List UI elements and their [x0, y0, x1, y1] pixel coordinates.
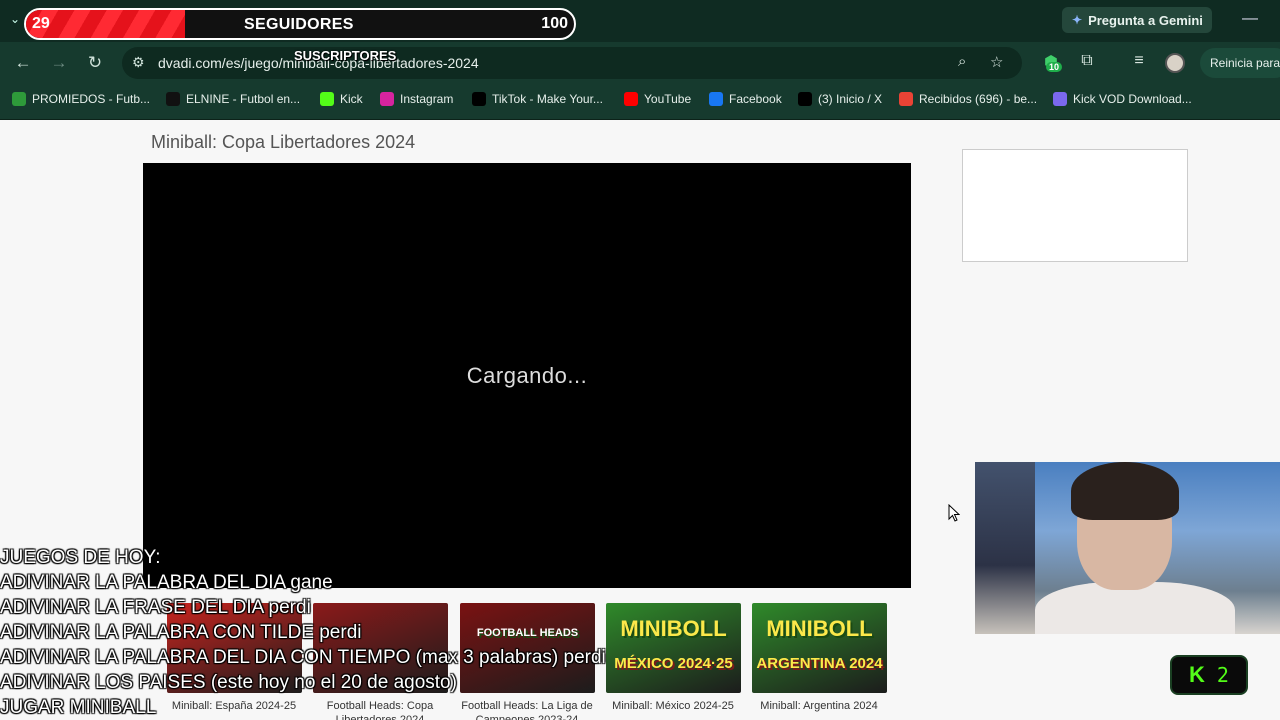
goal-label: SEGUIDORES: [244, 16, 354, 33]
kick-logo-icon: K: [1189, 662, 1205, 687]
thumbnail-subtitle-text: ARGENTINA 2024: [756, 655, 883, 672]
extension-badge: 10: [1046, 62, 1063, 72]
thumbnail-subtitle-text: MÉXICO 2024·25: [614, 655, 733, 672]
games-list-line: ADIVINAR LA PALABRA CON TILDE perdi: [0, 622, 362, 643]
bookmark-label: Recibidos (696) - be...: [919, 92, 1038, 106]
bookmark-item[interactable]: Kick VOD Download...: [1053, 92, 1192, 106]
bookmark-item[interactable]: (3) Inicio / X: [798, 92, 882, 106]
site-info-icon[interactable]: ⚙: [132, 54, 145, 71]
thumbnail-caption[interactable]: Miniball: Argentina 2024: [749, 699, 889, 713]
instagram-icon: [380, 92, 394, 106]
extensions-puzzle-icon[interactable]: ⧉: [1076, 52, 1098, 70]
bookmark-item[interactable]: Facebook: [709, 92, 782, 106]
games-list-line: ADIVINAR LOS PAISES (este hoy no el 20 d…: [0, 672, 457, 693]
kick-viewer-count: 2: [1216, 663, 1229, 687]
gemini-button[interactable]: ✦ Pregunta a Gemini: [1062, 7, 1212, 33]
thumbnail-caption[interactable]: Miniball: México 2024-25: [603, 699, 743, 713]
promiedos-icon: [12, 92, 26, 106]
restart-button[interactable]: Reinicia para: [1200, 48, 1280, 78]
reload-button[interactable]: ↻: [84, 52, 106, 74]
bookmark-label: Kick VOD Download...: [1073, 92, 1192, 106]
profile-avatar[interactable]: [1165, 53, 1185, 73]
gemini-label: Pregunta a Gemini: [1088, 12, 1203, 28]
bookmark-label: TikTok - Make Your...: [492, 92, 603, 106]
minimize-window-icon[interactable]: —: [1242, 10, 1258, 28]
bookmark-item[interactable]: YouTube: [624, 92, 691, 106]
facebook-icon: [709, 92, 723, 106]
goal-target: 100: [541, 15, 568, 32]
gmail-icon: [899, 92, 913, 106]
bookmark-label: Kick: [340, 92, 363, 106]
thumbnail-logo-text: MINIBOLL: [766, 616, 873, 641]
bookmark-label: Facebook: [729, 92, 782, 106]
ad-placeholder: [962, 149, 1188, 262]
webcam-background: [975, 462, 1035, 634]
bookmark-label: Instagram: [400, 92, 454, 106]
address-bar[interactable]: ⚙ dvadi.com/es/juego/miniball-copa-liber…: [122, 47, 1022, 79]
loading-text: Cargando...: [466, 363, 588, 388]
back-button[interactable]: ←: [12, 52, 34, 74]
games-list-line: JUEGOS DE HOY:: [0, 547, 161, 568]
goal-current: 29: [32, 15, 50, 32]
bookmark-label: ELNINE - Futbol en...: [186, 92, 301, 106]
bookmark-item[interactable]: TikTok - Make Your...: [472, 92, 603, 106]
game-thumbnail[interactable]: MINIBOLL ARGENTINA 2024: [752, 603, 887, 693]
follower-goal-bar: 29 SEGUIDORES 100: [24, 8, 576, 40]
bookmark-item[interactable]: PROMIEDOS - Futb...: [12, 92, 150, 106]
bookmark-item[interactable]: ELNINE - Futbol en...: [166, 92, 300, 106]
bookmark-item[interactable]: Recibidos (696) - be...: [899, 92, 1037, 106]
gemini-icon: ✦: [1072, 13, 1083, 27]
thumbnail-logo-text: MINIBOLL: [620, 616, 727, 641]
kick-viewer-badge: K 2: [1170, 655, 1248, 695]
games-list-line: ADIVINAR LA PALABRA DEL DIA gane: [0, 572, 333, 593]
subscribers-label: SUSCRIPTORES: [294, 48, 397, 63]
x-icon: [798, 92, 812, 106]
youtube-icon: [624, 92, 638, 106]
kick-icon: [320, 92, 334, 106]
game-frame[interactable]: Cargando...: [143, 163, 911, 588]
elnine-icon: [166, 92, 180, 106]
games-list-line: ADIVINAR LA PALABRA DEL DIA CON TIEMPO (…: [0, 647, 606, 668]
forward-button[interactable]: →: [48, 52, 70, 74]
bookmark-star-icon[interactable]: ☆: [990, 53, 1003, 71]
media-controls-icon[interactable]: ≡: [1128, 52, 1150, 70]
page-title: Miniball: Copa Libertadores 2024: [151, 132, 416, 152]
mouse-cursor-icon: [948, 504, 960, 522]
zoom-icon[interactable]: ⌕: [958, 53, 966, 70]
webcam-person-hair: [1071, 462, 1179, 520]
kick-vod-icon: [1053, 92, 1067, 106]
bookmark-label: YouTube: [644, 92, 692, 106]
webcam-feed: [975, 462, 1280, 634]
games-list-line: ADIVINAR LA FRASE DEL DIA perdi: [0, 597, 311, 618]
games-today-list: JUEGOS DE HOY: ADIVINAR LA PALABRA DEL DI…: [0, 545, 606, 720]
game-thumbnail[interactable]: MINIBOLL MÉXICO 2024·25: [606, 603, 741, 693]
bookmark-label: PROMIEDOS - Futb...: [32, 92, 151, 106]
bookmark-item[interactable]: Instagram: [380, 92, 453, 106]
tiktok-icon: [472, 92, 486, 106]
bookmark-label: (3) Inicio / X: [818, 92, 883, 106]
bookmark-item[interactable]: Kick: [320, 92, 363, 106]
games-list-line: JUGAR MINIBALL: [0, 697, 157, 718]
